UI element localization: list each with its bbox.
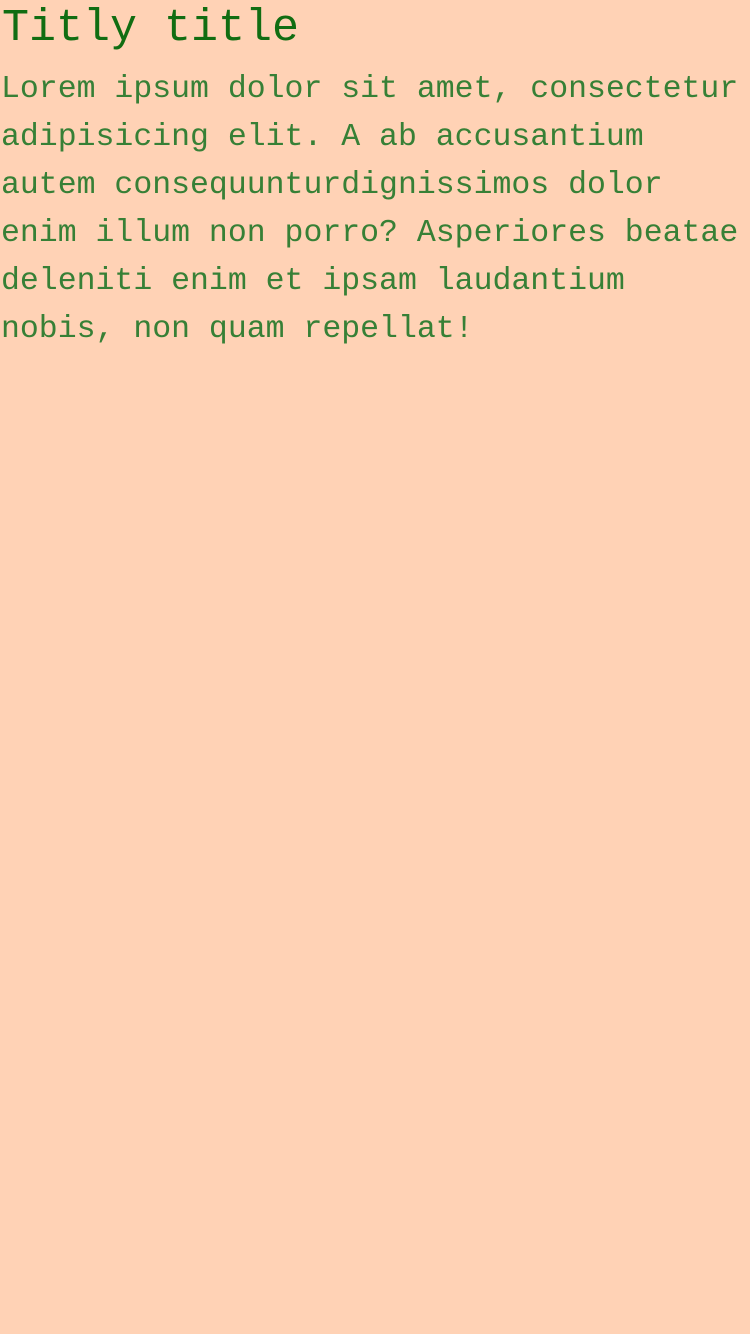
- body-paragraph: Lorem ipsum dolor sit amet, consectetur …: [1, 72, 739, 347]
- page-canvas: Titly title Lorem ipsum dolor sit amet, …: [0, 0, 750, 1334]
- page-title: Titly title: [2, 3, 300, 54]
